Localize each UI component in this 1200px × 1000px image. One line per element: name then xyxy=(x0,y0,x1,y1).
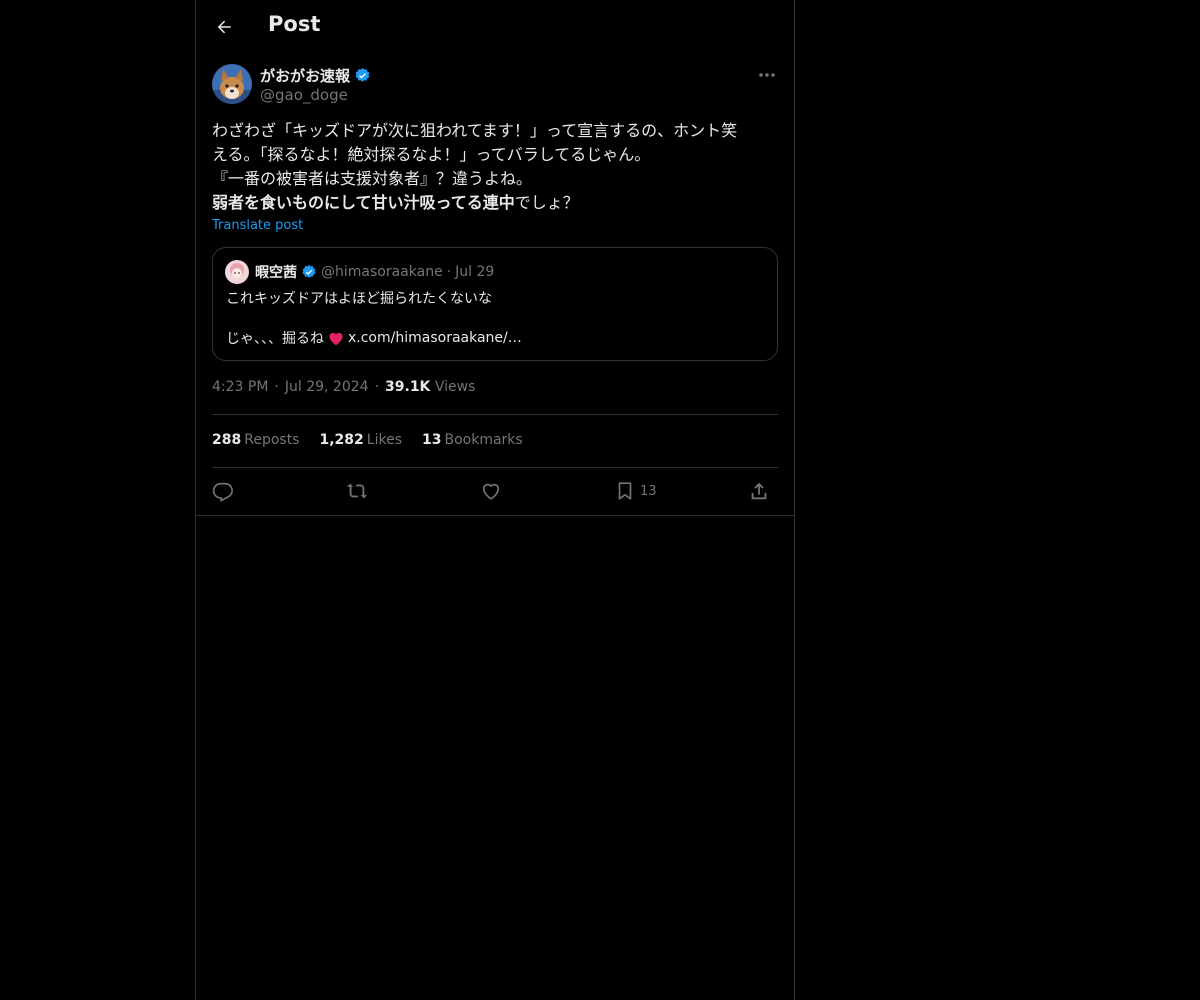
repost-button[interactable] xyxy=(346,478,368,504)
like-icon xyxy=(482,483,500,500)
action-bar: 13 xyxy=(212,478,778,504)
header: Post xyxy=(196,0,794,54)
quote-handle[interactable]: @himasoraakane xyxy=(321,264,443,280)
author-name[interactable]: がおがお速報 xyxy=(260,65,371,86)
likes-count: 1,282 xyxy=(319,432,364,448)
post-line: 弱者を食いものにして甘い汁吸ってる連中でしょ？ xyxy=(212,191,778,215)
post-column: Post がおがお速報 @gao_doge わざわざ「キッズドアが次に狙われてま… xyxy=(195,0,795,1000)
quote-date[interactable]: Jul 29 xyxy=(455,264,494,280)
more-button[interactable] xyxy=(756,66,778,84)
quote-text-line: これキッズドアはよほど掘られたくないな xyxy=(226,291,492,307)
author-display-name: がおがお速報 xyxy=(260,67,351,85)
post-text: わざわざ「キッズドアが次に狙われてます！」って宣言するの、ホント笑 える。「探る… xyxy=(212,119,778,215)
quote-header: 暇空茜 @himasoraakane · Jul 29 xyxy=(255,262,494,282)
post-bold-text: 弱者を食いものにして甘い汁吸ってる連中 xyxy=(212,193,515,212)
post-bottom-border xyxy=(196,515,794,516)
post-time[interactable]: 4:23 PM xyxy=(212,379,268,395)
repost-icon xyxy=(346,483,368,499)
views: 39.1K Views xyxy=(385,379,475,395)
reposts-stat[interactable]: 288 Reposts xyxy=(212,432,299,448)
engagement-stats: 288 Reposts 1,282 Likes 13 Bookmarks xyxy=(212,432,523,448)
meta-separator: · xyxy=(274,379,279,395)
bookmarks-label: Bookmarks xyxy=(444,432,523,448)
divider xyxy=(212,414,778,415)
translate-post-link[interactable]: Translate post xyxy=(212,218,303,233)
bookmarks-count: 13 xyxy=(422,432,442,448)
quote-link[interactable]: x.com/himasoraakane/… xyxy=(348,330,522,346)
more-icon xyxy=(759,73,775,77)
quoted-post[interactable]: 暇空茜 @himasoraakane · Jul 29 これキッズドアはよほど掘… xyxy=(212,247,778,361)
post-date[interactable]: Jul 29, 2024 xyxy=(285,379,369,395)
quote-text-prefix: じゃ、、、掘るね xyxy=(226,331,324,347)
reposts-count: 288 xyxy=(212,432,242,448)
divider xyxy=(212,467,778,468)
quote-separator: · xyxy=(446,264,452,280)
author-handle[interactable]: @gao_doge xyxy=(260,86,348,104)
reposts-label: Reposts xyxy=(244,432,300,448)
views-count: 39.1K xyxy=(385,379,431,395)
back-button[interactable] xyxy=(210,13,238,41)
page-title: Post xyxy=(268,12,321,36)
reply-icon xyxy=(212,482,233,502)
heart-emoji-icon xyxy=(329,332,343,346)
bookmarks-stat[interactable]: 13 Bookmarks xyxy=(422,432,523,448)
quote-text-line: じゃ、、、掘るね x.com/himasoraakane/… xyxy=(226,328,522,348)
like-button[interactable] xyxy=(480,478,502,504)
bookmark-icon xyxy=(618,482,632,500)
post-line: 『一番の被害者は支援対象者』？違うよね。 xyxy=(212,169,533,188)
bookmark-count: 13 xyxy=(640,483,657,499)
post-meta: 4:23 PM · Jul 29, 2024 · 39.1K Views xyxy=(212,379,475,395)
share-icon xyxy=(751,482,767,500)
post-line: える。「探るなよ！絶対探るなよ！」ってバラしてるじゃん。 xyxy=(212,145,651,164)
share-button[interactable] xyxy=(748,478,770,504)
back-arrow-icon xyxy=(217,20,231,34)
bookmark-button[interactable]: 13 xyxy=(614,478,657,504)
verified-badge-icon xyxy=(355,68,370,82)
likes-stat[interactable]: 1,282 Likes xyxy=(319,432,402,448)
avatar[interactable] xyxy=(212,64,252,104)
post-line: わざわざ「キッズドアが次に狙われてます！」って宣言するの、ホント笑 xyxy=(212,121,738,140)
quote-avatar[interactable] xyxy=(225,260,249,284)
verified-badge-icon xyxy=(302,265,316,278)
author-block: がおがお速報 @gao_doge xyxy=(212,64,778,106)
post-line-tail: でしょ？ xyxy=(514,193,579,212)
reply-button[interactable] xyxy=(212,478,234,504)
meta-separator: · xyxy=(374,379,380,395)
views-label: Views xyxy=(434,379,476,395)
likes-label: Likes xyxy=(366,432,402,448)
quote-display-name[interactable]: 暇空茜 xyxy=(255,262,297,282)
